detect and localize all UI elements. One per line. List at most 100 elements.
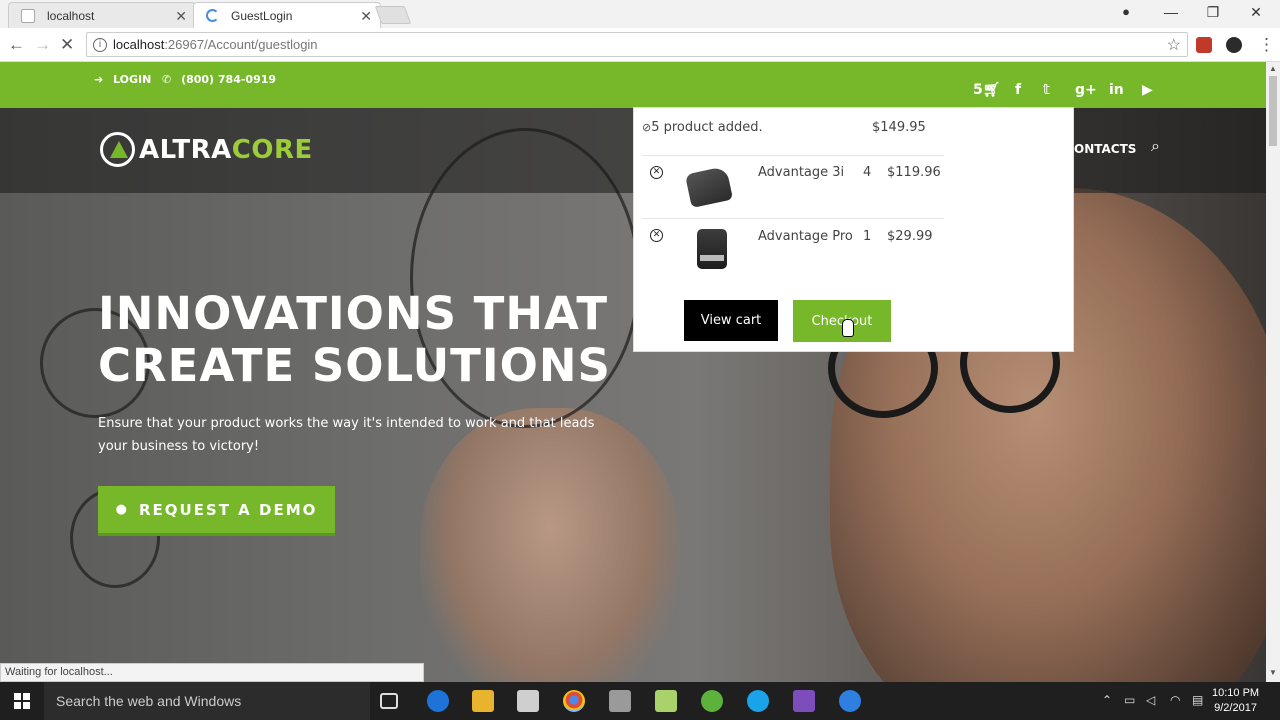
cart-summary-text: 5 product added.: [651, 120, 763, 135]
twitter-icon[interactable]: 𝕥: [1043, 82, 1050, 98]
task-view-icon[interactable]: [380, 693, 398, 709]
cart-item: ✕ Advantage Pro 1 $29.99: [634, 219, 954, 279]
file-explorer-icon[interactable]: [472, 690, 494, 712]
facebook-icon[interactable]: f: [1015, 82, 1021, 98]
check-circle-icon: ⊘: [642, 121, 652, 134]
battery-icon[interactable]: ▭: [1124, 693, 1135, 707]
taskbar-search[interactable]: Search the web and Windows: [44, 682, 370, 720]
browser-status-bar: Waiting for localhost...: [0, 663, 424, 682]
utorrent-icon[interactable]: [701, 690, 723, 712]
minimize-button[interactable]: —: [1161, 4, 1181, 20]
new-tab-button[interactable]: [374, 6, 412, 24]
cart-summary: ⊘5 product added.: [642, 120, 763, 135]
address-bar[interactable]: i localhost:26967/Account/guestlogin ☆: [86, 32, 1188, 57]
scroll-down-icon[interactable]: ▼: [1269, 668, 1277, 677]
restore-button[interactable]: ❐: [1203, 4, 1223, 21]
cart-count: 5: [973, 82, 983, 98]
request-demo-label: REQUEST A DEMO: [138, 500, 318, 519]
remove-item-icon[interactable]: ✕: [650, 229, 663, 242]
cart-button[interactable]: 5🛒︎: [973, 82, 1001, 98]
item-price: $119.96: [887, 165, 941, 180]
headline-line-1: INNOVATIONS THAT: [98, 287, 609, 340]
edge-icon[interactable]: [427, 690, 449, 712]
info-icon[interactable]: i: [93, 37, 107, 52]
profile-icon[interactable]: ●: [1116, 4, 1136, 19]
windows-taskbar: Search the web and Windows ⌃ ▭ ◁ ◠ ▤ 10:…: [0, 682, 1280, 720]
scroll-thumb[interactable]: [1269, 76, 1277, 146]
item-qty: 4: [863, 165, 872, 180]
scroll-up-icon[interactable]: ▲: [1269, 64, 1277, 73]
site-logo[interactable]: ALTRA CORE: [100, 132, 313, 167]
loading-spinner-icon: [206, 9, 219, 22]
volume-muted-icon[interactable]: ◁: [1146, 693, 1155, 707]
tab-title: localhost: [47, 8, 95, 23]
close-tab-icon[interactable]: ✕: [175, 8, 187, 25]
tab-localhost[interactable]: localhost ✕: [8, 2, 196, 28]
chrome-icon[interactable]: [563, 690, 585, 712]
menu-icon[interactable]: ⋮: [1258, 35, 1275, 55]
google-plus-icon[interactable]: g+: [1075, 82, 1097, 98]
nav-item-contacts[interactable]: ONTACTS: [1074, 142, 1136, 156]
visual-studio-icon[interactable]: [793, 690, 815, 712]
cart-item: ✕ Advantage 3i 4 $119.96: [634, 156, 954, 216]
phone-number: (800) 784-0919: [181, 73, 277, 86]
tab-guestlogin[interactable]: GuestLogin ✕: [193, 2, 381, 28]
notifications-icon[interactable]: ▤: [1192, 693, 1203, 707]
windows-start-icon[interactable]: [14, 693, 30, 709]
linkedin-icon[interactable]: in: [1109, 82, 1124, 98]
cart-icon: 🛒︎: [982, 82, 1001, 98]
logo-icon: [100, 132, 135, 167]
top-contact-bar: ➜ LOGIN ✆ (800) 784-0919 5🛒︎ f 𝕥 g+ in ▶: [0, 62, 1266, 108]
drop-icon: ●: [115, 502, 129, 517]
item-name[interactable]: Advantage Pro: [758, 229, 853, 244]
logo-text-primary: ALTRA: [139, 134, 232, 165]
stop-button[interactable]: ✕: [60, 35, 74, 55]
product-image: [697, 229, 727, 269]
youtube-icon[interactable]: ▶: [1142, 82, 1153, 98]
hero-headline: INNOVATIONS THAT CREATE SOLUTIONS: [98, 288, 611, 392]
page-scrollbar[interactable]: ▲ ▼: [1266, 62, 1280, 682]
wifi-icon[interactable]: ◠: [1170, 693, 1180, 707]
skype-icon[interactable]: [747, 690, 769, 712]
url-path: :26967/Account/guestlogin: [164, 37, 318, 52]
login-label: LOGIN: [113, 73, 152, 86]
extension-icon[interactable]: [1226, 37, 1242, 53]
extension-icon[interactable]: [1196, 37, 1212, 53]
taskbar-clock[interactable]: 10:10 PM 9/2/2017: [1212, 686, 1259, 716]
url-host: localhost: [113, 37, 165, 52]
item-name[interactable]: Advantage 3i: [758, 165, 844, 180]
close-window-button[interactable]: ✕: [1246, 4, 1266, 21]
browser-toolbar: ← → ✕ i localhost:26967/Account/guestlog…: [0, 28, 1280, 62]
tab-title: GuestLogin: [231, 8, 293, 23]
login-link[interactable]: ➜ LOGIN: [94, 73, 151, 86]
close-tab-icon[interactable]: ✕: [360, 8, 372, 25]
snipping-tool-icon[interactable]: [609, 690, 631, 712]
item-qty: 1: [863, 229, 872, 244]
sign-in-icon: ➜: [94, 73, 104, 86]
phone-icon: ✆: [162, 73, 172, 86]
cart-dropdown: ⊘5 product added. $149.95 ✕ Advantage 3i…: [633, 107, 1074, 352]
app-icon[interactable]: [655, 690, 677, 712]
request-demo-button[interactable]: ● REQUEST A DEMO: [98, 486, 335, 536]
clock-time: 10:10 PM: [1212, 687, 1260, 699]
headline-line-2: CREATE SOLUTIONS: [98, 339, 611, 392]
item-price: $29.99: [887, 229, 933, 244]
browser-tab-strip: localhost ✕ GuestLogin ✕ ● — ❐ ✕: [0, 0, 1280, 28]
product-image: [684, 166, 734, 208]
remove-item-icon[interactable]: ✕: [650, 166, 663, 179]
view-cart-button[interactable]: View cart: [684, 300, 778, 341]
store-icon[interactable]: [517, 690, 539, 712]
logo-text-accent: CORE: [231, 134, 313, 165]
search-icon[interactable]: ⌕: [1151, 138, 1160, 156]
bookmark-star-icon[interactable]: ☆: [1167, 35, 1181, 55]
app-icon[interactable]: [839, 690, 861, 712]
tray-chevron-icon[interactable]: ⌃: [1102, 693, 1112, 707]
hero-subtext: Ensure that your product works the way i…: [98, 416, 595, 454]
hand-cursor-icon: [842, 319, 854, 337]
back-button[interactable]: ←: [8, 35, 25, 55]
clock-date: 9/2/2017: [1214, 702, 1257, 714]
page-icon: [21, 8, 35, 23]
cart-total: $149.95: [872, 120, 926, 135]
forward-button[interactable]: →: [34, 35, 51, 55]
phone-link[interactable]: ✆ (800) 784-0919: [162, 73, 276, 86]
